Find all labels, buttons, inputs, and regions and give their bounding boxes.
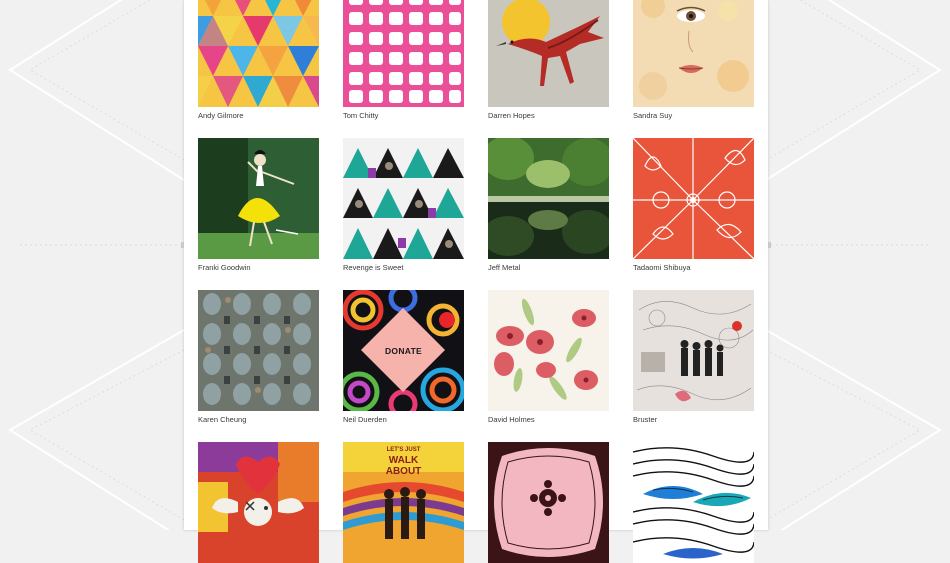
artwork-thumbnail[interactable] [488, 138, 609, 259]
artwork-thumbnail[interactable] [198, 0, 319, 107]
donate-button[interactable]: DONATE [343, 346, 464, 356]
geometric-triangles-art [198, 0, 319, 107]
forest-river-reflection-art [488, 138, 609, 259]
blue-feather-lines-art [633, 442, 754, 563]
colorful-collage-art [198, 442, 319, 563]
artist-name[interactable]: Revenge is Sweet [343, 263, 503, 273]
right-scroll-tab[interactable] [768, 242, 771, 248]
artist-name[interactable]: Karen Cheung [198, 415, 358, 425]
artist-name[interactable]: Tom Chitty [343, 111, 503, 121]
artist-name[interactable]: Jeff Metal [488, 263, 648, 273]
red-poppies-watercolor-art [488, 290, 609, 411]
artwork-thumbnail[interactable] [633, 138, 754, 259]
artist-name[interactable]: Tadaomi Shibuya [633, 263, 793, 273]
watercolor-face-art [633, 0, 754, 107]
artist-name[interactable]: Franki Goodwin [198, 263, 358, 273]
artwork-thumbnail[interactable] [633, 0, 754, 107]
pink-ornate-frame-art [488, 442, 609, 563]
artist-name[interactable]: David Holmes [488, 415, 648, 425]
artwork-thumbnail[interactable]: DONATE [343, 290, 464, 411]
artist-name[interactable]: Neil Duerden [343, 415, 503, 425]
artist-name[interactable]: Bruster [633, 415, 793, 425]
left-scroll-tab[interactable] [181, 242, 184, 248]
artist-name[interactable]: Darren Hopes [488, 111, 648, 121]
artist-name[interactable]: Andy Gilmore [198, 111, 358, 121]
artwork-thumbnail[interactable] [633, 442, 754, 563]
triangle-pattern-art [343, 138, 464, 259]
poster-title-line-2: WALK [388, 455, 419, 466]
pink-pattern-art [343, 0, 464, 107]
grey-blue-pattern-art [198, 290, 319, 411]
collage-figures-art [633, 290, 754, 411]
red-crane-sun-art [488, 0, 609, 107]
artwork-thumbnail[interactable] [198, 290, 319, 411]
butterfly-floral-orange-art [633, 138, 754, 259]
artwork-thumbnail[interactable] [343, 138, 464, 259]
artwork-thumbnail[interactable] [198, 138, 319, 259]
gallery-panel: Andy Gilmore Tom Chitty Darren Hopes San… [181, 0, 771, 563]
artwork-thumbnail[interactable] [633, 290, 754, 411]
poster-title-line-1: LET'S JUST [386, 447, 421, 453]
artwork-thumbnail[interactable] [343, 0, 464, 107]
artist-name[interactable]: Sandra Suy [633, 111, 793, 121]
artwork-thumbnail[interactable] [488, 442, 609, 563]
dancer-yellow-skirt-art [198, 138, 319, 259]
artwork-thumbnail[interactable] [488, 290, 609, 411]
artwork-thumbnail[interactable] [198, 442, 319, 563]
artwork-thumbnail[interactable]: LET'S JUST WALK ABOUT [343, 442, 464, 563]
artwork-thumbnail[interactable] [488, 0, 609, 107]
poster-title-line-3: ABOUT [385, 466, 422, 477]
poster-title: LET'S JUST WALK ABOUT [343, 446, 464, 477]
